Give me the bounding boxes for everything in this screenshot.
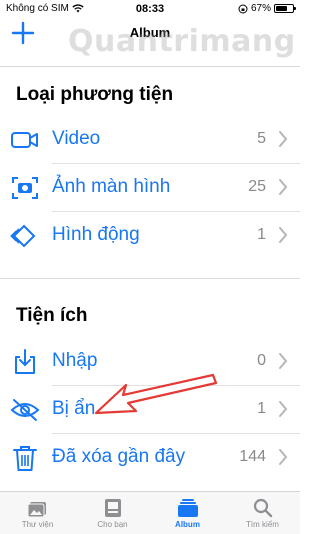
tab-label: Tìm kiếm bbox=[246, 520, 279, 529]
photo-library-icon bbox=[27, 502, 46, 518]
chevron-right-icon bbox=[279, 227, 288, 243]
section-title-media-types: Loại phương tiện bbox=[16, 84, 174, 105]
search-icon bbox=[253, 498, 272, 518]
list-item-screenshots[interactable]: Ảnh màn hình 25 bbox=[0, 164, 300, 212]
row-count: 1 bbox=[257, 400, 266, 417]
row-label: Bị ẩn bbox=[52, 398, 96, 419]
row-label: Ảnh màn hình bbox=[52, 176, 171, 197]
tab-for-you[interactable]: Cho bạn bbox=[75, 498, 150, 534]
section-title-utilities: Tiện ích bbox=[16, 305, 88, 326]
battery-percent: 67% bbox=[250, 3, 271, 14]
list-item-animated[interactable]: Hình động 1 bbox=[0, 212, 300, 260]
orientation-lock-icon bbox=[238, 4, 248, 13]
row-label: Hình động bbox=[52, 224, 140, 245]
list-item-import[interactable]: Nhập 0 bbox=[0, 338, 300, 386]
row-label: Nhập bbox=[52, 350, 98, 371]
album-icon bbox=[177, 499, 198, 517]
tab-label: Album bbox=[175, 520, 200, 529]
battery-icon bbox=[274, 4, 296, 13]
chevron-right-icon bbox=[279, 179, 288, 195]
tab-label: Cho bạn bbox=[97, 520, 128, 529]
animated-icon bbox=[10, 224, 36, 248]
row-count: 25 bbox=[248, 178, 266, 195]
row-count: 5 bbox=[257, 130, 266, 147]
status-bar: Không có SIM 08:33 67% bbox=[0, 0, 300, 18]
list-item-recently-deleted[interactable]: Đã xóa gần đây 144 bbox=[0, 434, 300, 482]
divider bbox=[0, 66, 300, 67]
for-you-icon bbox=[104, 499, 121, 517]
status-right: 67% bbox=[238, 3, 296, 14]
nav-bar: Album bbox=[0, 18, 300, 48]
row-label: Video bbox=[52, 128, 101, 149]
tab-search[interactable]: Tìm kiếm bbox=[225, 498, 300, 534]
tab-bar: Thư viện Cho bạn Album Tìm kiếm bbox=[0, 491, 300, 534]
row-count: 144 bbox=[239, 448, 266, 465]
list-item-hidden[interactable]: Bị ẩn 1 bbox=[0, 386, 300, 434]
import-icon bbox=[15, 349, 35, 374]
page-title: Album bbox=[129, 25, 171, 40]
hidden-eye-icon bbox=[10, 399, 40, 421]
screenshot-icon bbox=[12, 177, 38, 199]
chevron-right-icon bbox=[279, 131, 288, 147]
chevron-right-icon bbox=[279, 449, 288, 465]
battery-fill bbox=[276, 6, 287, 11]
tab-album[interactable]: Album bbox=[150, 498, 225, 534]
video-icon bbox=[11, 132, 38, 148]
row-label: Đã xóa gần đây bbox=[52, 446, 186, 467]
tab-library[interactable]: Thư viện bbox=[0, 498, 75, 534]
chevron-right-icon bbox=[279, 401, 288, 417]
divider bbox=[0, 278, 300, 279]
row-count: 0 bbox=[257, 352, 266, 369]
row-count: 1 bbox=[257, 226, 266, 243]
list-item-video[interactable]: Video 5 bbox=[0, 116, 300, 164]
tab-label: Thư viện bbox=[21, 520, 54, 529]
trash-icon bbox=[13, 446, 37, 471]
chevron-right-icon bbox=[279, 353, 288, 369]
